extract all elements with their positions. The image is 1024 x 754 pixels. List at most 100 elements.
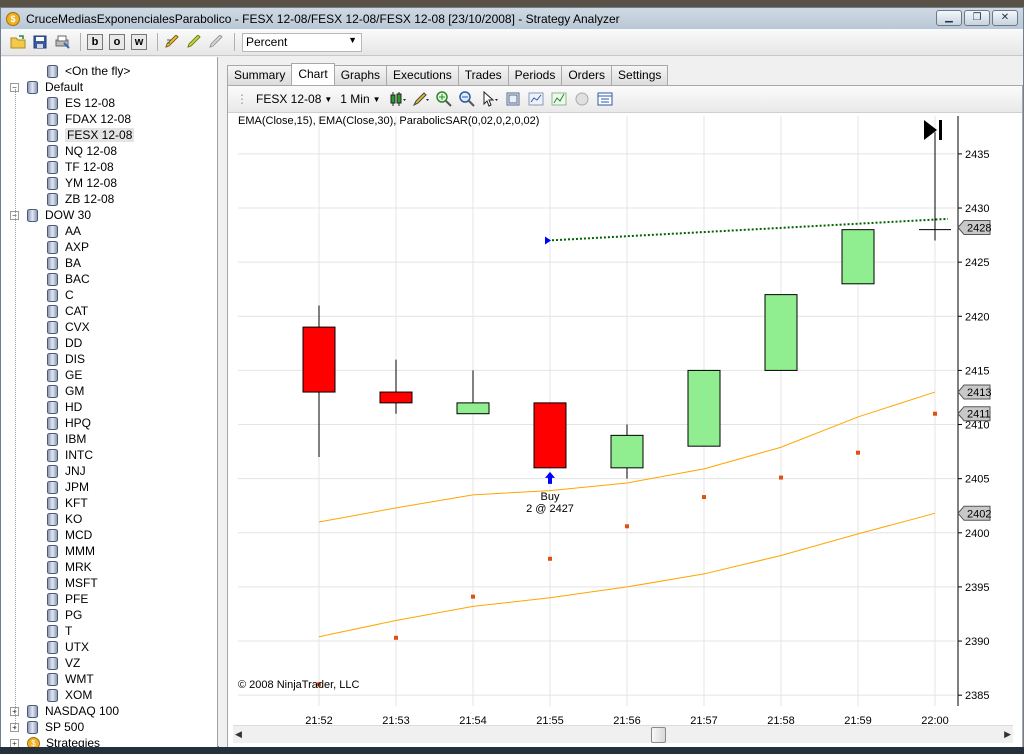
maximize-icon[interactable]: ❐ bbox=[964, 10, 990, 26]
tree-item-label: SP 500 bbox=[45, 720, 85, 734]
title-bar[interactable]: $ CruceMediasExponencialesParabolico - F… bbox=[1, 8, 1023, 29]
open-folder-icon[interactable] bbox=[9, 33, 27, 51]
tab-summary[interactable]: Summary bbox=[227, 65, 293, 85]
tree-item[interactable]: UTX bbox=[47, 639, 89, 655]
cursor-icon[interactable] bbox=[481, 90, 499, 108]
tab-settings[interactable]: Settings bbox=[611, 65, 669, 85]
tree-item[interactable]: VZ bbox=[47, 655, 80, 671]
tree-item[interactable]: NASDAQ 100 bbox=[27, 703, 119, 719]
tree-item-label: BAC bbox=[65, 272, 90, 286]
scroll-left-icon[interactable]: ◀ bbox=[235, 729, 242, 740]
print-icon[interactable] bbox=[53, 33, 71, 51]
snapshot-icon[interactable] bbox=[504, 90, 522, 108]
tree-item[interactable]: <On the fly> bbox=[47, 63, 130, 79]
tree-item[interactable]: WMT bbox=[47, 671, 94, 687]
horizontal-scrollbar[interactable]: ◀ ▶ bbox=[233, 725, 1013, 743]
close-icon[interactable]: ✕ bbox=[992, 10, 1018, 26]
tree-item[interactable]: GM bbox=[47, 383, 84, 399]
chevron-down-icon[interactable]: ▼ bbox=[324, 95, 332, 104]
highlighter-icon[interactable] bbox=[185, 33, 203, 51]
tree-item[interactable]: MSFT bbox=[47, 575, 98, 591]
database-icon bbox=[47, 96, 58, 110]
tree-item[interactable]: FESX 12-08 bbox=[47, 127, 135, 143]
interval-selector[interactable]: 1 Min bbox=[340, 92, 369, 106]
tree-item[interactable]: DD bbox=[47, 335, 82, 351]
sar-dot bbox=[548, 556, 552, 561]
tree-item[interactable]: ES 12-08 bbox=[47, 95, 115, 111]
instrument-selector[interactable]: FESX 12-08 bbox=[256, 92, 321, 106]
tree-item-label: INTC bbox=[65, 448, 93, 462]
minimize-icon[interactable]: ▁ bbox=[936, 10, 962, 26]
tree-item[interactable]: MMM bbox=[47, 543, 95, 559]
template-dropdown[interactable]: Percent ▼ bbox=[242, 32, 362, 52]
tree-item[interactable]: KO bbox=[47, 511, 82, 527]
tab-chart[interactable]: Chart bbox=[291, 63, 335, 85]
tree-item[interactable]: IBM bbox=[47, 431, 86, 447]
tree-item[interactable]: CAT bbox=[47, 303, 88, 319]
bold-b-icon[interactable]: b bbox=[86, 33, 104, 51]
tree-item[interactable]: PFE bbox=[47, 591, 88, 607]
circle-icon[interactable] bbox=[573, 90, 591, 108]
tree-item[interactable]: PG bbox=[47, 607, 82, 623]
chevron-down-icon[interactable]: ▼ bbox=[373, 95, 381, 104]
tree-item-label: KO bbox=[65, 512, 83, 526]
tree-item[interactable]: XOM bbox=[47, 687, 92, 703]
data-box-icon[interactable] bbox=[596, 90, 614, 108]
tree-item[interactable]: YM 12-08 bbox=[47, 175, 117, 191]
tree-item-label: TF 12-08 bbox=[65, 160, 114, 174]
scroll-thumb[interactable] bbox=[651, 727, 666, 743]
drawing-pen-icon[interactable] bbox=[412, 90, 430, 108]
indicators-icon[interactable] bbox=[527, 90, 545, 108]
tree-item[interactable]: AXP bbox=[47, 239, 89, 255]
tab-periods[interactable]: Periods bbox=[507, 65, 563, 85]
tree-item[interactable]: DIS bbox=[47, 351, 85, 367]
save-icon[interactable] bbox=[31, 33, 49, 51]
tree-item[interactable]: SP 500 bbox=[27, 719, 84, 735]
tree-item[interactable]: KFT bbox=[47, 495, 88, 511]
tree-item[interactable]: AA bbox=[47, 223, 81, 239]
bold-o-icon[interactable]: o bbox=[108, 33, 126, 51]
tree-item[interactable]: TF 12-08 bbox=[47, 159, 114, 175]
tree-item[interactable]: MRK bbox=[47, 559, 92, 575]
eraser-icon[interactable] bbox=[207, 33, 225, 51]
tree-item[interactable]: BAC bbox=[47, 271, 90, 287]
bold-w-icon[interactable]: w bbox=[130, 33, 148, 51]
tree-item[interactable]: JPM bbox=[47, 479, 89, 495]
tree-item[interactable]: MCD bbox=[47, 527, 92, 543]
tree-item[interactable]: DOW 30 bbox=[27, 207, 91, 223]
tree-item[interactable]: NQ 12-08 bbox=[47, 143, 117, 159]
tree-item[interactable]: JNJ bbox=[47, 463, 86, 479]
tree-item[interactable]: C bbox=[47, 287, 74, 303]
tab-orders[interactable]: Orders bbox=[561, 65, 613, 85]
database-icon bbox=[47, 496, 58, 510]
tree-item[interactable]: HD bbox=[47, 399, 82, 415]
tree-item[interactable]: ZB 12-08 bbox=[47, 191, 114, 207]
zoom-out-icon[interactable] bbox=[458, 90, 476, 108]
candle-body bbox=[456, 402, 490, 415]
instrument-tree[interactable]: <On the fly> − Default ES 12-08 FDAX 12-08 FE… bbox=[1, 57, 218, 749]
tree-item[interactable]: BA bbox=[47, 255, 81, 271]
tree-item[interactable]: GE bbox=[47, 367, 82, 383]
price-chart[interactable]: 2385 2390 2395 2400 2405 2410 2415 2420 2425 2430… bbox=[228, 114, 1022, 724]
tab-executions[interactable]: Executions bbox=[386, 65, 459, 85]
y-tick-label: 2405 bbox=[965, 474, 989, 486]
scroll-right-icon[interactable]: ▶ bbox=[1004, 729, 1011, 740]
sar-dot bbox=[702, 495, 706, 500]
tree-item[interactable]: CVX bbox=[47, 319, 90, 335]
tree-item[interactable]: HPQ bbox=[47, 415, 91, 431]
zoom-in-icon[interactable] bbox=[435, 90, 453, 108]
sar-dot bbox=[394, 635, 398, 640]
strategies-icon[interactable] bbox=[550, 90, 568, 108]
results-tabs: Summary Chart Graphs Executions Trades Period… bbox=[227, 63, 669, 85]
x-tick-label: 21:52 bbox=[305, 715, 333, 724]
tree-item[interactable]: FDAX 12-08 bbox=[47, 111, 131, 127]
tree-item[interactable]: Default bbox=[27, 79, 83, 95]
y-tick-label: 2435 bbox=[965, 149, 989, 161]
tree-item[interactable]: INTC bbox=[47, 447, 93, 463]
candlestick-style-icon[interactable] bbox=[389, 90, 407, 108]
splitter[interactable] bbox=[219, 57, 227, 749]
pencil-icon[interactable] bbox=[163, 33, 181, 51]
tab-graphs[interactable]: Graphs bbox=[333, 65, 388, 85]
tab-trades[interactable]: Trades bbox=[457, 65, 509, 85]
tree-item[interactable]: T bbox=[47, 623, 72, 639]
